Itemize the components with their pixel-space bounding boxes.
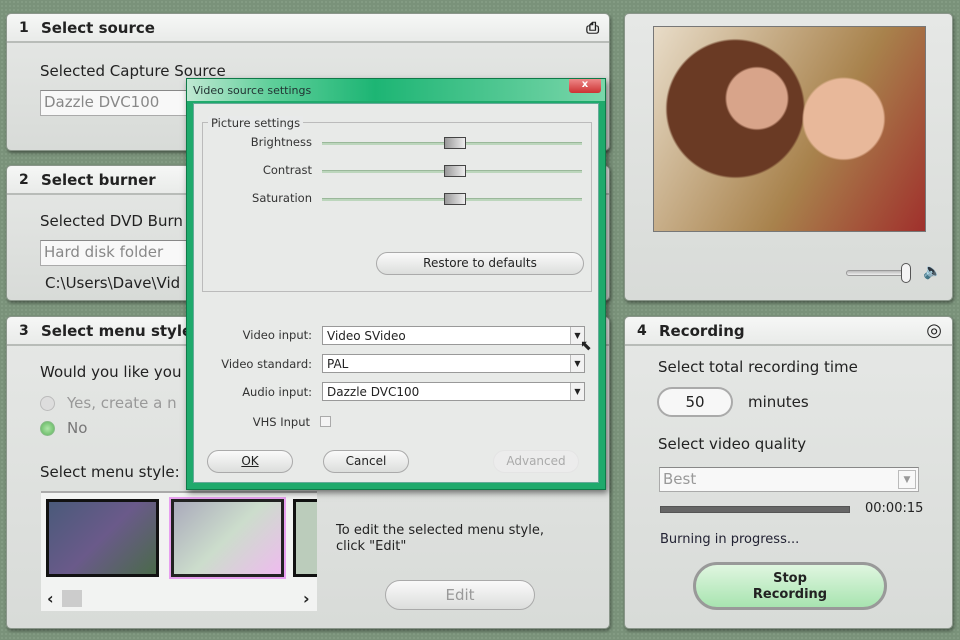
video-source-settings-dialog: Video source settings x Picture settings… [186, 78, 606, 490]
restore-defaults-button[interactable]: Restore to defaults [376, 252, 584, 275]
stop-button-line1: Stop [773, 571, 807, 586]
scroll-right-arrow[interactable]: › [303, 589, 310, 608]
video-input-label: Video input: [242, 328, 312, 342]
radio-yes[interactable]: Yes, create a n [40, 394, 177, 412]
dropdown-arrow-icon: ▼ [898, 470, 916, 489]
video-quality-value: Best [663, 470, 697, 488]
stop-recording-button[interactable]: Stop Recording [693, 562, 887, 610]
panel-title: Select source [41, 18, 155, 37]
edit-hint: To edit the selected menu style, click "… [336, 523, 544, 554]
dropdown-arrow-icon: ▼ [570, 355, 584, 372]
mouse-cursor: ⬉ [580, 338, 592, 354]
close-button[interactable]: x [569, 79, 601, 93]
radio-yes-label: Yes, create a n [67, 394, 177, 412]
disc-burn-icon: ◎ [926, 320, 942, 341]
recording-time-label: Select total recording time [658, 358, 858, 376]
video-preview-image [653, 26, 926, 232]
video-input-value: Video SVideo [327, 329, 406, 343]
stop-button-line2: Recording [752, 587, 828, 602]
menu-style-thumb-2-selected[interactable] [169, 497, 286, 579]
radio-icon [40, 395, 55, 411]
slider-thumb[interactable] [444, 193, 466, 205]
panel-title: Select menu style [41, 321, 193, 340]
vhs-input-label: VHS Input [252, 415, 310, 429]
radio-no[interactable]: No [40, 419, 87, 437]
radio-selected-icon [40, 420, 55, 436]
audio-input-select[interactable]: Dazzle DVC100 ▼ [322, 382, 585, 401]
brightness-slider[interactable] [322, 137, 582, 149]
burn-progress-bar [660, 506, 850, 513]
video-preview-panel: 🔈 [624, 13, 953, 301]
audio-input-label: Audio input: [242, 385, 312, 399]
video-quality-label: Select video quality [658, 435, 807, 453]
dropdown-arrow-icon: ▼ [570, 383, 584, 400]
video-input-select[interactable]: Video SVideo ▼ [322, 326, 585, 345]
vhs-input-checkbox[interactable] [320, 416, 331, 427]
burn-progress-fill [661, 507, 849, 512]
group-label: Picture settings [208, 116, 304, 130]
minutes-unit: minutes [748, 393, 809, 411]
cancel-button[interactable]: Cancel [323, 450, 409, 473]
video-quality-select[interactable]: Best ▼ [659, 467, 919, 492]
dialog-title: Video source settings [187, 79, 605, 101]
menu-style-label: Select menu style: [40, 463, 180, 481]
slider-thumb[interactable] [444, 165, 466, 177]
menu-style-gallery: ‹ › [41, 491, 317, 611]
menu-question: Would you like you [40, 363, 182, 381]
volume-slider[interactable] [846, 263, 911, 283]
recording-panel: 4 Recording ◎ Select total recording time… [624, 316, 953, 629]
scrollbar-thumb[interactable] [62, 590, 82, 607]
menu-style-thumb-1[interactable] [46, 499, 159, 577]
video-standard-value: PAL [327, 357, 349, 371]
capture-icon: ⎙ [586, 18, 599, 37]
advanced-button[interactable]: Advanced [493, 450, 579, 473]
elapsed-time: 00:00:15 [865, 501, 924, 516]
volume-thumb[interactable] [901, 263, 911, 283]
minutes-input[interactable]: 50 [657, 387, 733, 417]
audio-input-value: Dazzle DVC100 [327, 385, 420, 399]
edit-button[interactable]: Edit [385, 580, 535, 610]
slider-thumb[interactable] [444, 137, 466, 149]
panel-title: Recording [659, 321, 745, 340]
dvd-burner-label: Selected DVD Burn [40, 212, 183, 230]
scroll-left-arrow[interactable]: ‹ [47, 589, 54, 608]
video-standard-select[interactable]: PAL ▼ [322, 354, 585, 373]
burn-status: Burning in progress... [660, 532, 800, 547]
menu-style-thumb-3[interactable] [293, 499, 317, 577]
step-number: 1 [19, 19, 29, 36]
step-number: 2 [19, 171, 29, 188]
slider-label: Contrast [262, 163, 312, 177]
output-path: C:\Users\Dave\Vid [45, 274, 181, 292]
panel-title: Select burner [41, 170, 156, 189]
saturation-slider[interactable] [322, 193, 582, 205]
video-standard-label: Video standard: [221, 357, 312, 371]
slider-label: Saturation [252, 191, 312, 205]
speaker-icon[interactable]: 🔈 [923, 262, 942, 280]
step-number: 4 [637, 322, 647, 339]
ok-button[interactable]: OK [207, 450, 293, 473]
step-number: 3 [19, 322, 29, 339]
radio-no-label: No [67, 419, 88, 437]
contrast-slider[interactable] [322, 165, 582, 177]
slider-label: Brightness [250, 135, 312, 149]
